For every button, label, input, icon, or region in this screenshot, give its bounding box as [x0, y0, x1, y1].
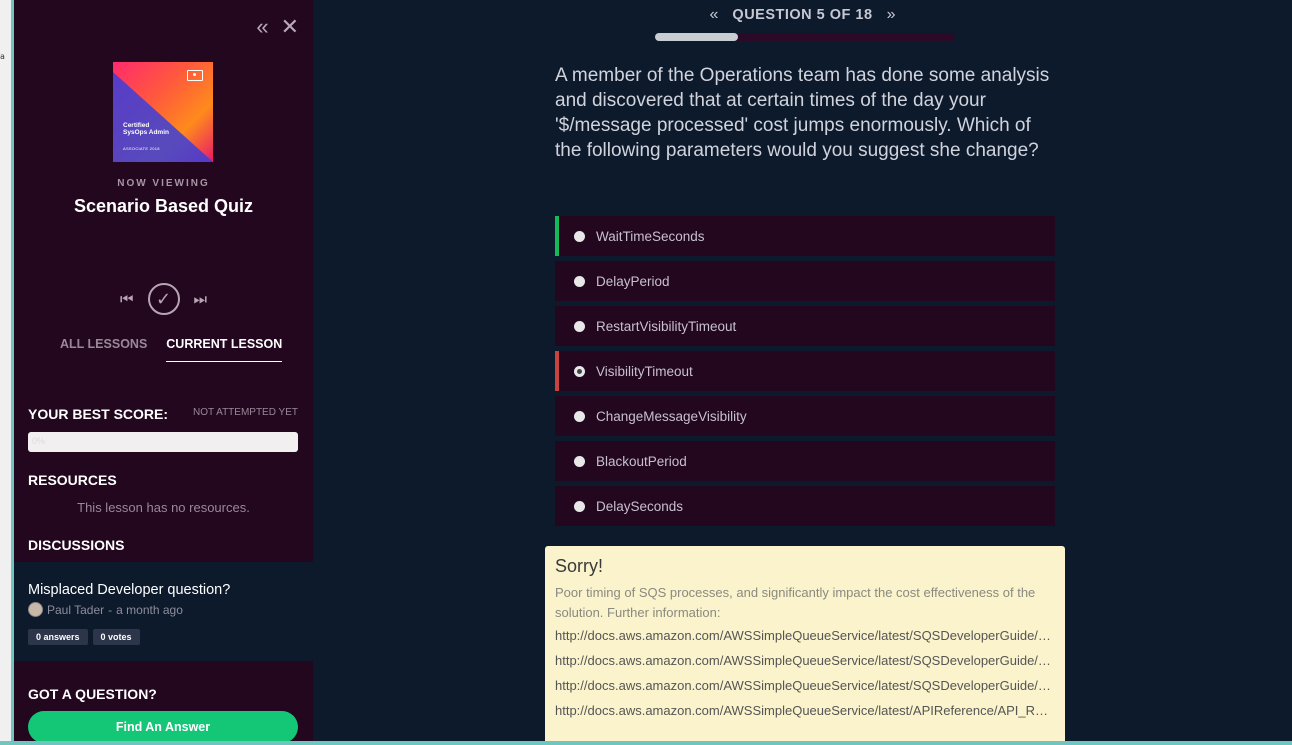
course-badge-icon [187, 70, 203, 81]
feedback-body: Poor timing of SQS processes, and signif… [555, 585, 1036, 620]
resources-heading: RESOURCES [28, 472, 117, 488]
avatar [28, 602, 43, 617]
answers-count-badge: 0 answers [28, 629, 88, 645]
next-lesson-icon[interactable]: ⏭ [194, 291, 208, 308]
feedback-link[interactable]: http://docs.aws.amazon.com/AWSSimpleQueu… [555, 623, 1055, 648]
best-score-bar: 0% [28, 432, 298, 452]
discussion-meta: Paul Tader - a month ago [28, 602, 183, 617]
discussion-stats: 0 answers 0 votes [28, 629, 140, 645]
answer-status-bar [555, 261, 559, 301]
answer-option-label: VisibilityTimeout [596, 363, 693, 379]
discussion-time: a month ago [116, 602, 183, 617]
window-frame-left: a [0, 0, 14, 745]
radio-button[interactable] [574, 230, 585, 242]
radio-button[interactable] [574, 365, 585, 377]
answer-option[interactable]: DelaySeconds [555, 486, 1055, 526]
answer-option[interactable]: ChangeMessageVisibility [555, 396, 1055, 436]
answer-status-bar [555, 216, 559, 256]
question-counter: QUESTION 5 OF 18 [732, 7, 873, 23]
feedback-panel: Sorry! Poor timing of SQS processes, and… [545, 546, 1065, 741]
tab-current-lesson[interactable]: CURRENT LESSON [166, 337, 283, 362]
close-icon[interactable]: ✕ [281, 16, 299, 38]
answer-option-label: WaitTimeSeconds [596, 228, 705, 244]
previous-question-icon[interactable]: « [710, 6, 719, 24]
answer-status-bar [555, 486, 559, 526]
answer-status-bar [555, 441, 559, 481]
feedback-link[interactable]: http://docs.aws.amazon.com/AWSSimpleQueu… [555, 648, 1055, 673]
answer-option-label: BlackoutPeriod [596, 453, 687, 469]
radio-button[interactable] [574, 455, 585, 467]
answer-option-label: ChangeMessageVisibility [596, 408, 747, 424]
lesson-player-controls: ⏮ ✓ ⏭ [14, 283, 313, 315]
answer-option[interactable]: RestartVisibilityTimeout [555, 306, 1055, 346]
question-navigation: « QUESTION 5 OF 18 » [313, 6, 1292, 24]
quiz-progress-bar [655, 33, 955, 41]
previous-lesson-icon[interactable]: ⏮ [120, 291, 134, 308]
tab-all-lessons[interactable]: ALL LESSONS [60, 337, 147, 362]
course-thumbnail[interactable]: Certified SysOps Admin ASSOCIATE 2018 [113, 62, 213, 162]
answer-option-label: DelayPeriod [596, 273, 670, 289]
quiz-progress-fill [655, 33, 739, 41]
resources-empty-text: This lesson has no resources. [77, 500, 250, 515]
feedback-link[interactable]: http://docs.aws.amazon.com/AWSSimpleQueu… [555, 698, 1055, 723]
quiz-main: « QUESTION 5 OF 18 » A member of the Ope… [313, 0, 1292, 741]
question-text: A member of the Operations team has done… [555, 65, 1050, 161]
lesson-tabs: ALL LESSONS CURRENT LESSON [60, 337, 283, 362]
answer-status-bar [555, 306, 559, 346]
answer-status-bar [555, 351, 559, 391]
best-score-status: NOT ATTEMPTED YET [192, 407, 298, 418]
mark-complete-icon[interactable]: ✓ [147, 283, 180, 315]
answer-option[interactable]: WaitTimeSeconds [555, 216, 1055, 256]
feedback-link[interactable]: http://docs.aws.amazon.com/AWSSimpleQueu… [555, 673, 1055, 698]
discussion-item[interactable]: Misplaced Developer question? Paul Tader… [14, 562, 313, 661]
sidebar-controls: « ✕ [256, 16, 299, 38]
answer-option-label: DelaySeconds [596, 498, 684, 514]
discussions-heading: DISCUSSIONS [28, 537, 125, 553]
course-card-title: Certified SysOps Admin [123, 122, 169, 136]
got-question-heading: GOT A QUESTION? [28, 686, 157, 702]
frame-marker: a [0, 52, 5, 61]
window-frame-bottom [0, 741, 1292, 745]
best-score-value: 0% [32, 436, 46, 446]
next-question-icon[interactable]: » [887, 6, 896, 24]
radio-button[interactable] [574, 320, 585, 332]
answer-option[interactable]: VisibilityTimeout [555, 351, 1055, 391]
lesson-sidebar: « ✕ Certified SysOps Admin ASSOCIATE 201… [14, 0, 313, 741]
now-viewing-label: NOW VIEWING [117, 178, 210, 189]
discussion-author: Paul Tader [47, 602, 105, 617]
feedback-heading: Sorry! [555, 556, 604, 576]
course-card-subtitle: ASSOCIATE 2018 [123, 146, 160, 151]
answer-option[interactable]: BlackoutPeriod [555, 441, 1055, 481]
answer-status-bar [555, 396, 559, 436]
lesson-title: Scenario Based Quiz [73, 196, 254, 216]
radio-button[interactable] [574, 275, 585, 287]
answer-option-label: RestartVisibilityTimeout [596, 318, 737, 334]
collapse-sidebar-icon[interactable]: « [256, 16, 268, 38]
answer-options: WaitTimeSeconds DelayPeriod RestartVisibil… [555, 216, 1055, 531]
radio-button[interactable] [574, 410, 585, 422]
meta-separator: - [108, 602, 113, 617]
best-score-heading: YOUR BEST SCORE: [28, 406, 169, 422]
radio-button[interactable] [574, 500, 585, 512]
answer-option[interactable]: DelayPeriod [555, 261, 1055, 301]
find-answer-button[interactable]: Find An Answer [28, 711, 298, 741]
votes-count-badge: 0 votes [92, 629, 140, 645]
discussion-title[interactable]: Misplaced Developer question? [28, 582, 230, 598]
